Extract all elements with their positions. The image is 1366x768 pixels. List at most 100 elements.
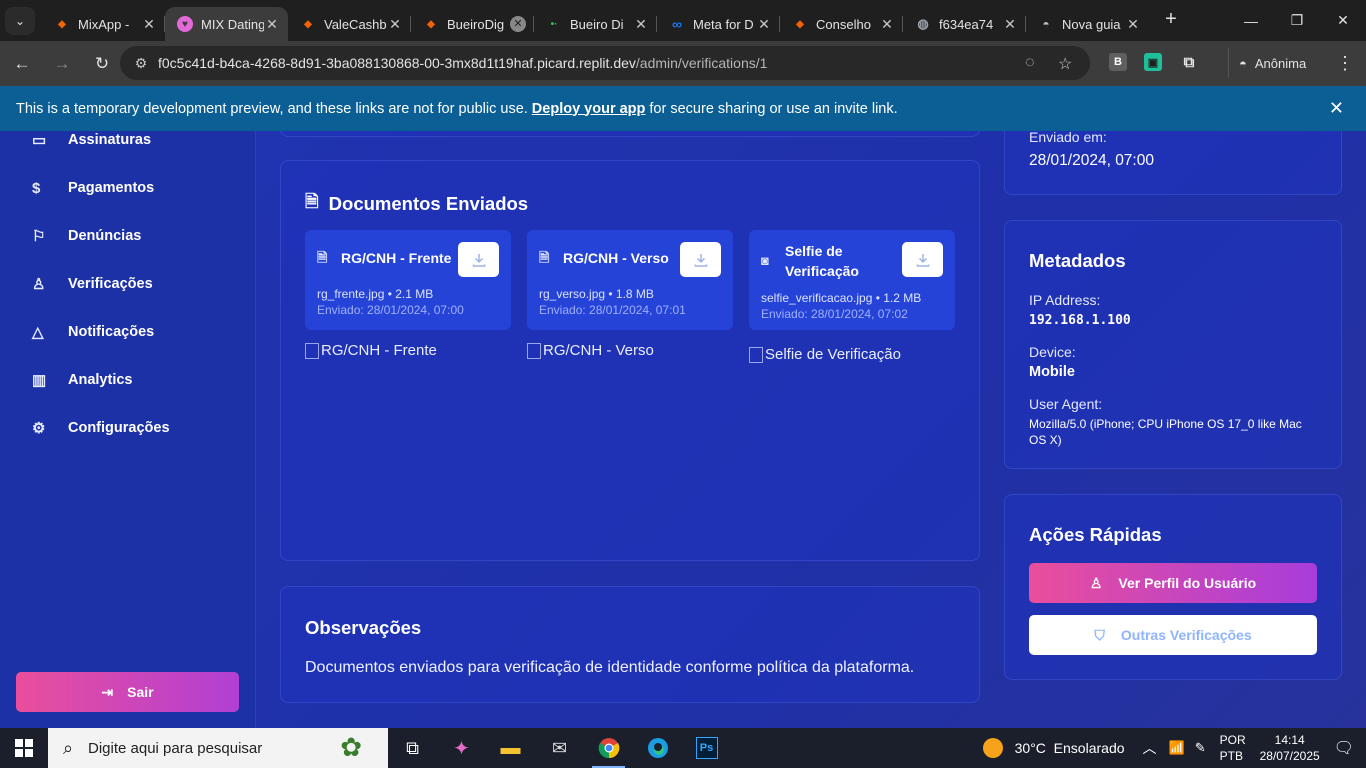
clock-date: 28/07/2025: [1259, 749, 1320, 763]
more-menu-icon[interactable]: ⋮: [1336, 53, 1354, 74]
document-image-back[interactable]: RG/CNH - Verso: [527, 342, 654, 359]
extension-b-icon[interactable]: B: [1109, 53, 1127, 71]
file-explorer-icon[interactable]: ▬: [486, 728, 535, 768]
copilot-icon[interactable]: ✦: [437, 728, 486, 768]
quick-actions-card: Ações Rápidas ♙ Ver Perfil do Usuário ⛉ …: [1004, 494, 1342, 680]
view-profile-button[interactable]: ♙ Ver Perfil do Usuário: [1029, 563, 1317, 603]
close-tab-icon[interactable]: ✕: [264, 16, 280, 33]
sent-value: 28/01/2024, 07:00: [1029, 152, 1154, 169]
sidebar-item-denuncias[interactable]: ⚐ Denúncias: [32, 224, 141, 248]
plant-highlight-icon: ✿: [340, 732, 362, 762]
search-icon: ⌕: [62, 737, 74, 758]
close-tab-icon[interactable]: ✕: [387, 16, 403, 33]
notifications-icon[interactable]: 🗨: [1334, 738, 1354, 758]
weather-text[interactable]: 30°C Ensolarado: [1015, 740, 1125, 756]
user-icon: ♙: [1089, 574, 1103, 591]
profile-button[interactable]: ◓ Anônima: [1228, 48, 1306, 78]
close-tab-icon[interactable]: ✕: [756, 16, 772, 33]
document-sent: Enviado: 28/01/2024, 07:02: [761, 307, 908, 321]
windows-logo-icon: [15, 739, 33, 757]
restore-icon[interactable]: ❐: [1274, 0, 1320, 41]
tab-title: f634ea74: [939, 16, 994, 32]
chevron-up-icon[interactable]: ︿: [1143, 738, 1157, 758]
document-sent: Enviado: 28/01/2024, 07:00: [317, 303, 464, 317]
tab-title: MIX Dating: [201, 16, 264, 32]
document-card-front: 🗎 RG/CNH - Frente rg_frente.jpg • 2.1 MB…: [305, 230, 511, 330]
browser-tab[interactable]: ◓ Nova guia ✕: [1026, 7, 1149, 41]
forward-icon[interactable]: →: [44, 46, 80, 82]
sidebar-item-configuracoes[interactable]: ⚙ Configurações: [32, 416, 170, 440]
sidebar: ▭ Assinaturas $ Pagamentos ⚐ Denúncias ♙…: [0, 131, 256, 728]
sidebar-item-analytics[interactable]: ▥ Analytics: [32, 368, 132, 392]
address-bar[interactable]: ⚙ f0c5c41d-b4ca-4268-8d91-3ba088130868-0…: [120, 46, 1090, 80]
browser-tab[interactable]: ◆ BueiroDig ✕: [411, 7, 534, 41]
language-indicator[interactable]: POR PTB: [1220, 732, 1246, 764]
document-meta: rg_verso.jpg • 1.8 MB Enviado: 28/01/202…: [539, 286, 686, 318]
other-verifications-button[interactable]: ⛉ Outras Verificações: [1029, 615, 1317, 655]
new-tab-button[interactable]: +: [1157, 5, 1185, 33]
pen-icon[interactable]: ✎: [1195, 740, 1206, 756]
close-tab-icon[interactable]: ✕: [1002, 16, 1018, 33]
sent-info-card: Enviado em: 28/01/2024, 07:00: [1004, 131, 1342, 195]
browser-tab[interactable]: ∞ Meta for D ✕: [657, 7, 780, 41]
photoshop-icon[interactable]: Ps: [682, 728, 731, 768]
sidebar-item-assinaturas[interactable]: ▭ Assinaturas: [32, 128, 151, 152]
document-meta: rg_frente.jpg • 2.1 MB Enviado: 28/01/20…: [317, 286, 464, 318]
tab-search-button[interactable]: ⌄: [5, 6, 35, 35]
replit-icon: ◆: [796, 18, 804, 30]
minimize-icon[interactable]: —: [1228, 0, 1274, 41]
close-tab-icon[interactable]: ✕: [879, 16, 895, 33]
device-value: Mobile: [1029, 364, 1075, 380]
device-label: Device:: [1029, 344, 1076, 360]
close-tab-icon[interactable]: ✕: [633, 16, 649, 33]
download-button[interactable]: [680, 242, 721, 277]
deploy-link[interactable]: Deploy your app: [532, 101, 646, 117]
close-banner-icon[interactable]: ✕: [1329, 98, 1344, 119]
browser-tab[interactable]: ◍ f634ea74 ✕: [903, 7, 1026, 41]
browser-tab[interactable]: ◆ MixApp - ✕: [42, 7, 165, 41]
close-tab-icon[interactable]: ✕: [1125, 16, 1141, 33]
sidebar-item-notificacoes[interactable]: △ Notificações: [32, 320, 154, 344]
windows-start-button[interactable]: [0, 728, 48, 768]
extension-code-icon[interactable]: ▣: [1144, 53, 1162, 71]
clock-time: 14:14: [1274, 733, 1305, 747]
clock[interactable]: 14:14 28/07/2025: [1260, 732, 1320, 764]
image-alt-text: RG/CNH - Frente: [321, 342, 437, 359]
weather-sun-icon: [982, 738, 1003, 758]
ua-value: Mozilla/5.0 (iPhone; CPU iPhone OS 17_0 …: [1029, 417, 1302, 447]
reload-icon[interactable]: ↻: [84, 46, 120, 82]
task-view-icon[interactable]: ⧉: [388, 728, 437, 768]
taskbar-search-box[interactable]: ⌕ Digite aqui para pesquisar ✿: [48, 728, 388, 768]
sidebar-item-pagamentos[interactable]: $ Pagamentos: [32, 176, 154, 200]
heart-pin-icon: ♥: [177, 16, 193, 32]
bookmark-star-icon[interactable]: ☆: [1058, 54, 1072, 74]
browser-tab[interactable]: •· Bueiro Di ✕: [534, 7, 657, 41]
download-button[interactable]: [458, 242, 499, 277]
mail-icon[interactable]: ✉: [535, 728, 584, 768]
flag-icon: ⚐: [32, 228, 46, 245]
eye-off-icon[interactable]: ◌: [1025, 54, 1035, 72]
document-image-selfie[interactable]: Selfie de Verificação: [749, 346, 901, 363]
close-tab-icon[interactable]: ✕: [510, 16, 526, 32]
back-icon[interactable]: ←: [4, 46, 40, 82]
logout-button[interactable]: ⇥ Sair: [16, 672, 239, 712]
documents-title: 🗎 Documentos Enviados: [305, 189, 528, 218]
chrome-icon[interactable]: [584, 728, 633, 768]
sidebar-item-label: Notificações: [68, 324, 155, 340]
document-image-front[interactable]: RG/CNH - Frente: [305, 342, 437, 359]
document-meta: selfie_verificacao.jpg • 1.2 MB Enviado:…: [761, 290, 921, 322]
replit-icon: ◆: [427, 18, 435, 30]
download-button[interactable]: [902, 242, 943, 277]
sidebar-item-verificacoes[interactable]: ♙ Verificações: [32, 272, 153, 296]
edge-icon[interactable]: [633, 728, 682, 768]
browser-tab[interactable]: ◆ ValeCashb ✕: [288, 7, 411, 41]
download-icon: [916, 253, 929, 267]
browser-tab-active[interactable]: ♥ MIX Dating ✕: [165, 7, 288, 41]
browser-tab[interactable]: ◆ Conselho ✕: [780, 7, 903, 41]
extensions-puzzle-icon[interactable]: ⧉: [1180, 53, 1198, 71]
close-window-icon[interactable]: ✕: [1320, 0, 1366, 41]
close-tab-icon[interactable]: ✕: [141, 16, 157, 33]
site-info-icon[interactable]: ⚙: [126, 55, 156, 72]
sidebar-item-label: Assinaturas: [68, 132, 152, 148]
network-icon[interactable]: 📶: [1169, 740, 1185, 756]
